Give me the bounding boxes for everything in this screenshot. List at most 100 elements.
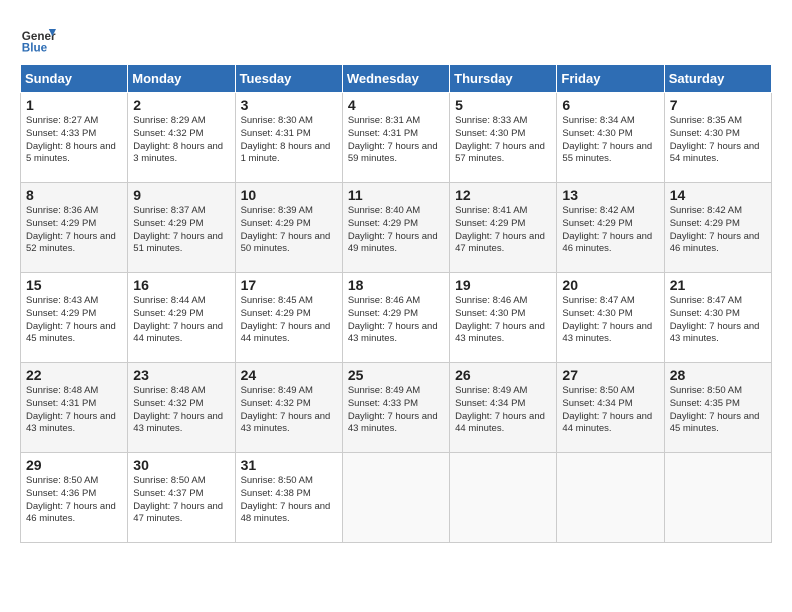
day-info: Sunrise: 8:42 AMSunset: 4:29 PMDaylight:… xyxy=(562,205,658,256)
day-info: Sunrise: 8:49 AMSunset: 4:33 PMDaylight:… xyxy=(348,385,444,436)
col-header-thursday: Thursday xyxy=(450,65,557,93)
week-row-4: 22Sunrise: 8:48 AMSunset: 4:31 PMDayligh… xyxy=(21,363,772,453)
col-header-friday: Friday xyxy=(557,65,664,93)
day-cell: 2 Sunrise: 8:29 AMSunset: 4:32 PMDaylight… xyxy=(128,93,235,183)
day-cell: 3 Sunrise: 8:30 AMSunset: 4:31 PMDaylight… xyxy=(235,93,342,183)
day-info: Sunrise: 8:45 AMSunset: 4:29 PMDaylight:… xyxy=(241,295,337,346)
day-cell: 24 Sunrise: 8:49 AMSunset: 4:32 PMDayligh… xyxy=(235,363,342,453)
day-cell: 7Sunrise: 8:35 AMSunset: 4:30 PMDaylight… xyxy=(664,93,771,183)
day-number: 2 xyxy=(133,97,229,113)
day-cell: 21Sunrise: 8:47 AMSunset: 4:30 PMDayligh… xyxy=(664,273,771,363)
day-number: 9 xyxy=(133,187,229,203)
day-cell xyxy=(664,453,771,543)
day-cell: 22Sunrise: 8:48 AMSunset: 4:31 PMDayligh… xyxy=(21,363,128,453)
day-cell: 16Sunrise: 8:44 AMSunset: 4:29 PMDayligh… xyxy=(128,273,235,363)
day-cell xyxy=(450,453,557,543)
day-info: Sunrise: 8:37 AMSunset: 4:29 PMDaylight:… xyxy=(133,205,229,256)
calendar-table: SundayMondayTuesdayWednesdayThursdayFrid… xyxy=(20,64,772,543)
day-cell xyxy=(342,453,449,543)
day-info: Sunrise: 8:39 AMSunset: 4:29 PMDaylight:… xyxy=(241,205,337,256)
day-number: 30 xyxy=(133,457,229,473)
day-number: 24 xyxy=(241,367,337,383)
day-info: Sunrise: 8:48 AMSunset: 4:31 PMDaylight:… xyxy=(26,385,122,436)
svg-text:Blue: Blue xyxy=(22,42,48,55)
day-info: Sunrise: 8:50 AMSunset: 4:34 PMDaylight:… xyxy=(562,385,658,436)
day-cell: 26 Sunrise: 8:49 AMSunset: 4:34 PMDayligh… xyxy=(450,363,557,453)
day-cell: 25 Sunrise: 8:49 AMSunset: 4:33 PMDayligh… xyxy=(342,363,449,453)
day-cell: 13 Sunrise: 8:42 AMSunset: 4:29 PMDayligh… xyxy=(557,183,664,273)
day-number: 23 xyxy=(133,367,229,383)
week-row-2: 8 Sunrise: 8:36 AMSunset: 4:29 PMDaylight… xyxy=(21,183,772,273)
col-header-saturday: Saturday xyxy=(664,65,771,93)
day-number: 4 xyxy=(348,97,444,113)
day-number: 3 xyxy=(241,97,337,113)
day-number: 20 xyxy=(562,277,658,293)
day-number: 29 xyxy=(26,457,122,473)
day-cell: 14Sunrise: 8:42 AMSunset: 4:29 PMDayligh… xyxy=(664,183,771,273)
day-cell: 28Sunrise: 8:50 AMSunset: 4:35 PMDayligh… xyxy=(664,363,771,453)
day-cell: 23 Sunrise: 8:48 AMSunset: 4:32 PMDayligh… xyxy=(128,363,235,453)
day-number: 1 xyxy=(26,97,122,113)
day-cell: 12 Sunrise: 8:41 AMSunset: 4:29 PMDayligh… xyxy=(450,183,557,273)
day-info: Sunrise: 8:47 AMSunset: 4:30 PMDaylight:… xyxy=(670,295,766,346)
col-header-wednesday: Wednesday xyxy=(342,65,449,93)
day-number: 16 xyxy=(133,277,229,293)
col-header-monday: Monday xyxy=(128,65,235,93)
day-number: 26 xyxy=(455,367,551,383)
col-header-tuesday: Tuesday xyxy=(235,65,342,93)
day-info: Sunrise: 8:49 AMSunset: 4:34 PMDaylight:… xyxy=(455,385,551,436)
day-info: Sunrise: 8:46 AMSunset: 4:30 PMDaylight:… xyxy=(455,295,551,346)
day-info: Sunrise: 8:49 AMSunset: 4:32 PMDaylight:… xyxy=(241,385,337,436)
day-info: Sunrise: 8:40 AMSunset: 4:29 PMDaylight:… xyxy=(348,205,444,256)
day-number: 19 xyxy=(455,277,551,293)
col-header-sunday: Sunday xyxy=(21,65,128,93)
week-row-1: 1 Sunrise: 8:27 AMSunset: 4:33 PMDaylight… xyxy=(21,93,772,183)
day-number: 5 xyxy=(455,97,551,113)
day-number: 10 xyxy=(241,187,337,203)
day-number: 28 xyxy=(670,367,766,383)
day-info: Sunrise: 8:36 AMSunset: 4:29 PMDaylight:… xyxy=(26,205,122,256)
day-info: Sunrise: 8:50 AMSunset: 4:38 PMDaylight:… xyxy=(241,475,337,526)
day-cell: 8 Sunrise: 8:36 AMSunset: 4:29 PMDaylight… xyxy=(21,183,128,273)
day-number: 8 xyxy=(26,187,122,203)
day-number: 27 xyxy=(562,367,658,383)
day-cell: 31 Sunrise: 8:50 AMSunset: 4:38 PMDayligh… xyxy=(235,453,342,543)
header: General Blue xyxy=(20,20,772,56)
day-cell: 15Sunrise: 8:43 AMSunset: 4:29 PMDayligh… xyxy=(21,273,128,363)
day-number: 6 xyxy=(562,97,658,113)
day-cell: 6 Sunrise: 8:34 AMSunset: 4:30 PMDaylight… xyxy=(557,93,664,183)
day-number: 31 xyxy=(241,457,337,473)
day-info: Sunrise: 8:47 AMSunset: 4:30 PMDaylight:… xyxy=(562,295,658,346)
day-info: Sunrise: 8:27 AMSunset: 4:33 PMDaylight:… xyxy=(26,115,122,166)
day-info: Sunrise: 8:34 AMSunset: 4:30 PMDaylight:… xyxy=(562,115,658,166)
logo: General Blue xyxy=(20,20,56,56)
day-info: Sunrise: 8:46 AMSunset: 4:29 PMDaylight:… xyxy=(348,295,444,346)
day-number: 17 xyxy=(241,277,337,293)
day-cell: 4Sunrise: 8:31 AMSunset: 4:31 PMDaylight… xyxy=(342,93,449,183)
logo-icon: General Blue xyxy=(20,20,56,56)
header-row: SundayMondayTuesdayWednesdayThursdayFrid… xyxy=(21,65,772,93)
day-number: 25 xyxy=(348,367,444,383)
day-info: Sunrise: 8:33 AMSunset: 4:30 PMDaylight:… xyxy=(455,115,551,166)
day-info: Sunrise: 8:41 AMSunset: 4:29 PMDaylight:… xyxy=(455,205,551,256)
day-number: 15 xyxy=(26,277,122,293)
day-number: 14 xyxy=(670,187,766,203)
day-number: 11 xyxy=(348,187,444,203)
day-cell: 19 Sunrise: 8:46 AMSunset: 4:30 PMDayligh… xyxy=(450,273,557,363)
day-cell: 20 Sunrise: 8:47 AMSunset: 4:30 PMDayligh… xyxy=(557,273,664,363)
page-container: General Blue SundayMondayTuesdayWednesda… xyxy=(20,20,772,543)
day-cell: 5 Sunrise: 8:33 AMSunset: 4:30 PMDaylight… xyxy=(450,93,557,183)
day-info: Sunrise: 8:30 AMSunset: 4:31 PMDaylight:… xyxy=(241,115,337,166)
day-cell: 17 Sunrise: 8:45 AMSunset: 4:29 PMDayligh… xyxy=(235,273,342,363)
day-info: Sunrise: 8:48 AMSunset: 4:32 PMDaylight:… xyxy=(133,385,229,436)
day-cell xyxy=(557,453,664,543)
day-number: 13 xyxy=(562,187,658,203)
day-cell: 1 Sunrise: 8:27 AMSunset: 4:33 PMDaylight… xyxy=(21,93,128,183)
day-info: Sunrise: 8:50 AMSunset: 4:36 PMDaylight:… xyxy=(26,475,122,526)
day-info: Sunrise: 8:29 AMSunset: 4:32 PMDaylight:… xyxy=(133,115,229,166)
day-cell: 30Sunrise: 8:50 AMSunset: 4:37 PMDayligh… xyxy=(128,453,235,543)
day-number: 7 xyxy=(670,97,766,113)
week-row-3: 15Sunrise: 8:43 AMSunset: 4:29 PMDayligh… xyxy=(21,273,772,363)
day-number: 12 xyxy=(455,187,551,203)
week-row-5: 29 Sunrise: 8:50 AMSunset: 4:36 PMDayligh… xyxy=(21,453,772,543)
